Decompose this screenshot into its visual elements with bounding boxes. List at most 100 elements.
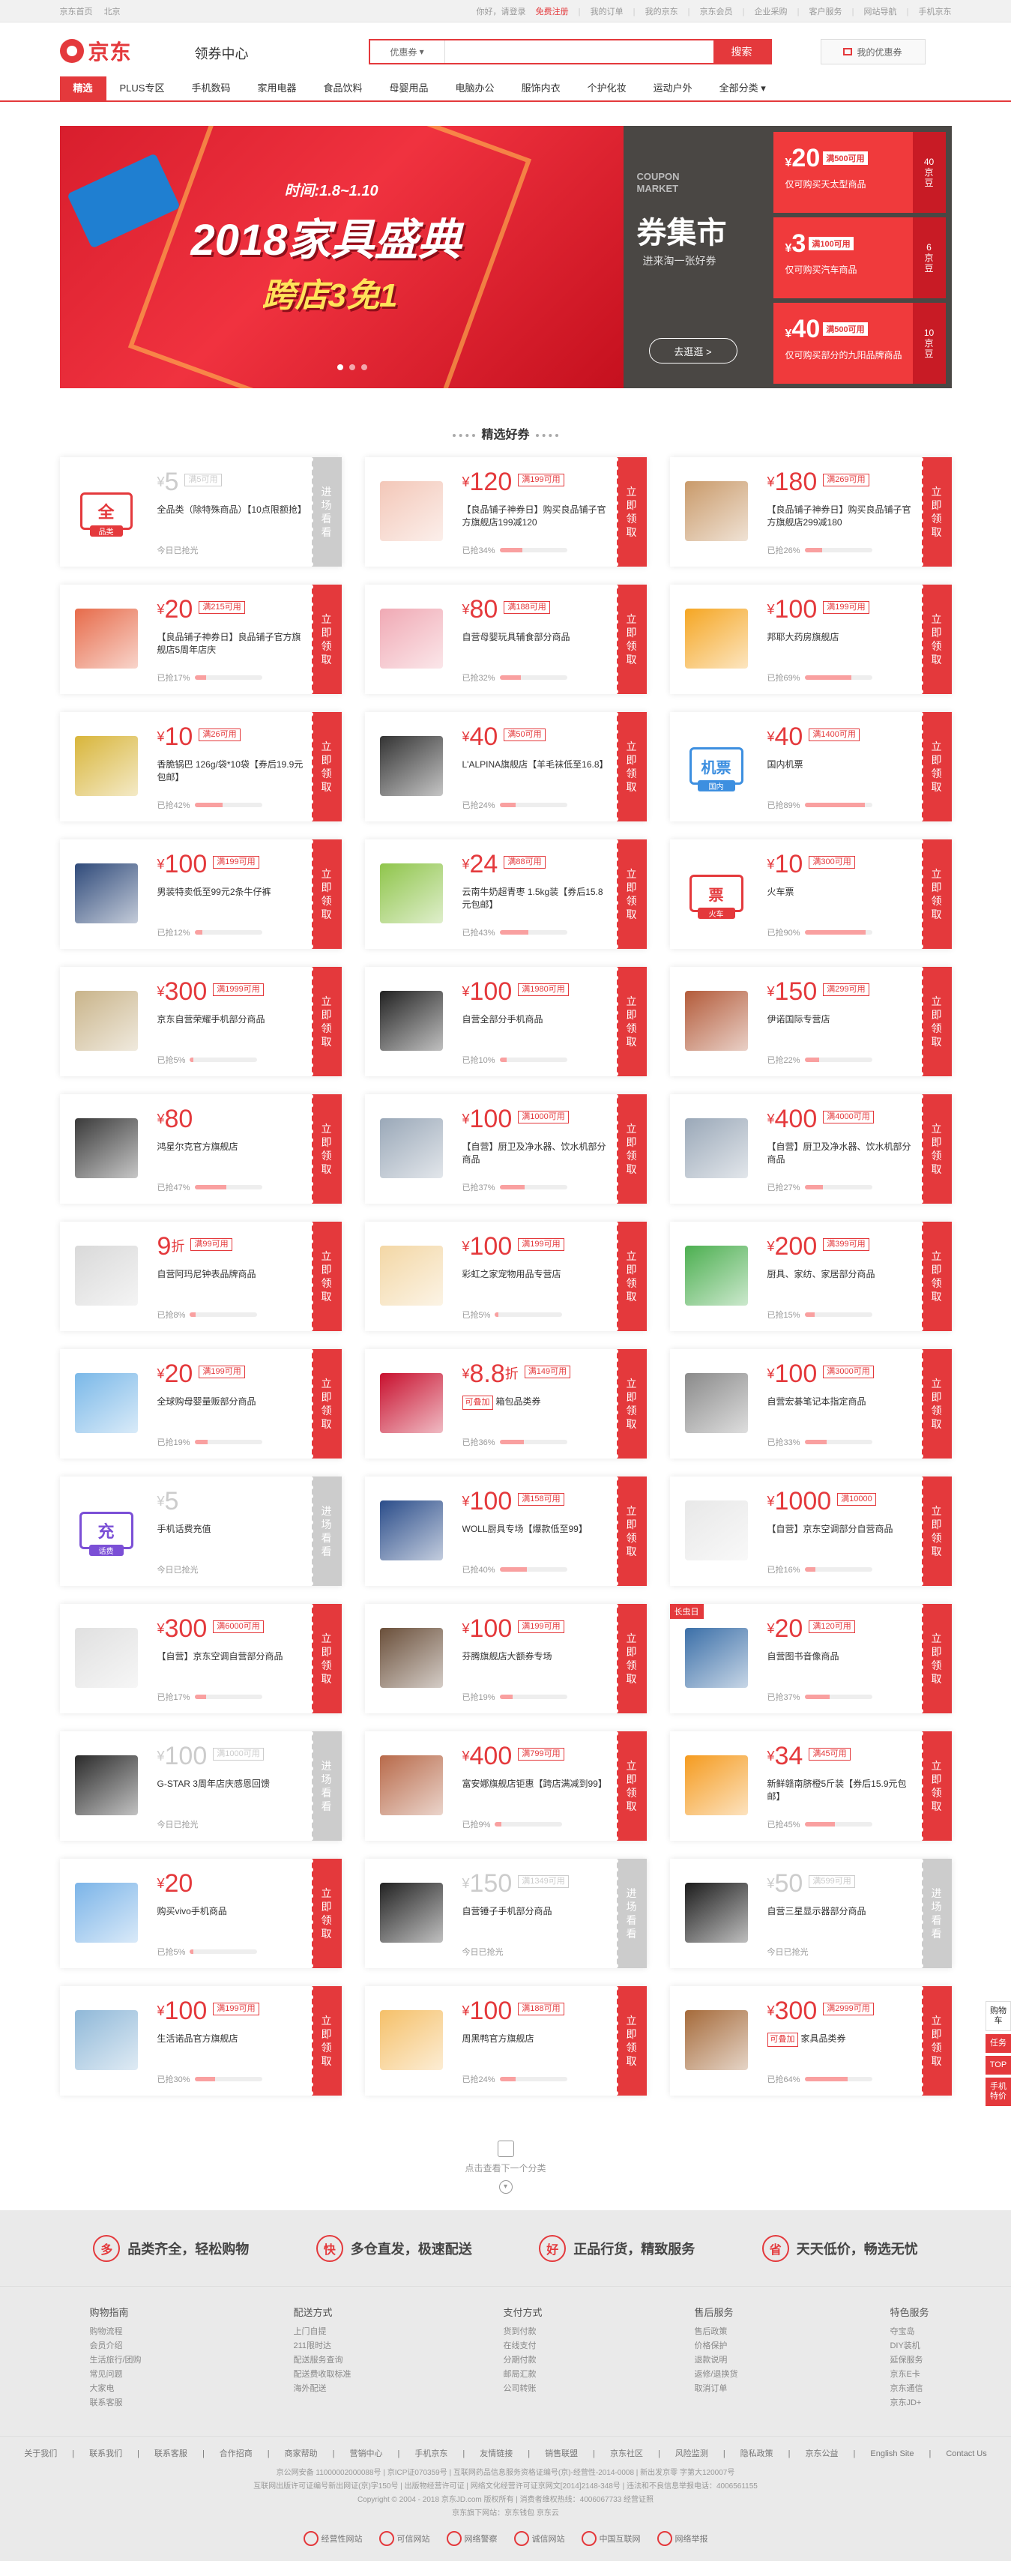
trust-badge[interactable]: 中国互联网 [581, 2531, 641, 2546]
claim-button[interactable]: 立即领取 [308, 1094, 342, 1204]
trust-badge[interactable]: 网络警察 [446, 2531, 498, 2546]
nav-tab[interactable]: 食品饮料 [310, 76, 376, 100]
help-link[interactable]: 邮局汇款 [503, 2368, 542, 2382]
vip-link[interactable]: 京东会员 [700, 7, 733, 16]
claim-button[interactable]: 立即领取 [308, 967, 342, 1076]
help-link[interactable]: 在线支付 [503, 2339, 542, 2353]
claim-button[interactable]: 立即领取 [613, 1222, 647, 1331]
nav-tab[interactable]: 运动户外 [640, 76, 706, 100]
help-link[interactable]: 上门自提 [294, 2325, 351, 2339]
market-coupon-card[interactable]: ¥3 满100可用 仅可购买汽车商品 6京豆 [773, 217, 946, 298]
trust-badge[interactable]: 网络举报 [657, 2531, 708, 2546]
nav-tab[interactable]: 家用电器 [244, 76, 310, 100]
claim-button[interactable]: 立即领取 [613, 712, 647, 821]
footer-link[interactable]: 联系客服 [154, 2449, 187, 2458]
float-top-button[interactable]: TOP [986, 2056, 1011, 2075]
claim-button[interactable]: 立即领取 [613, 585, 647, 694]
help-link[interactable]: 返修/退换货 [694, 2368, 737, 2382]
footer-link[interactable]: 联系我们 [89, 2449, 122, 2458]
claim-button[interactable]: 立即领取 [613, 839, 647, 949]
claim-button[interactable]: 立即领取 [308, 1349, 342, 1459]
view-more-button[interactable]: 进场看看 [308, 457, 342, 567]
register-link[interactable]: 免费注册 [536, 7, 569, 16]
claim-button[interactable]: 立即领取 [308, 839, 342, 949]
footer-link[interactable]: 合作招商 [220, 2449, 253, 2458]
market-coupon-beans[interactable]: 6京豆 [912, 217, 946, 298]
search-type-select[interactable]: 优惠券 ▾ [370, 40, 445, 63]
market-coupon-beans[interactable]: 40京豆 [912, 132, 946, 213]
help-link[interactable]: 常见问题 [90, 2368, 142, 2382]
trust-badge[interactable]: 诚信网站 [513, 2531, 565, 2546]
footer-link[interactable]: 风险监测 [675, 2449, 708, 2458]
trust-badge[interactable]: 可信网站 [378, 2531, 430, 2546]
trust-badge[interactable]: 经营性网站 [303, 2531, 363, 2546]
nav-tab[interactable]: 手机数码 [178, 76, 244, 100]
help-link[interactable]: 售后政策 [694, 2325, 737, 2339]
market-coupon-beans[interactable]: 10京豆 [912, 303, 946, 384]
help-link[interactable]: 夺宝岛 [890, 2325, 929, 2339]
nav-tab[interactable]: 全部分类 ▾ [706, 76, 779, 100]
market-coupon-card[interactable]: ¥20 满500可用 仅可购买天太型商品 40京豆 [773, 132, 946, 213]
promo-banner[interactable]: 时间:1.8~1.10 2018家具盛典 跨店3免1 [59, 126, 624, 388]
claim-button[interactable]: 立即领取 [918, 1094, 952, 1204]
help-link[interactable]: DIY装机 [890, 2339, 929, 2353]
claim-button[interactable]: 立即领取 [918, 1604, 952, 1713]
footer-link[interactable]: 隐私政策 [740, 2449, 773, 2458]
claim-button[interactable]: 立即领取 [613, 1731, 647, 1841]
claim-button[interactable]: 立即领取 [918, 457, 952, 567]
claim-button[interactable]: 立即领取 [918, 1476, 952, 1586]
help-link[interactable]: 退款说明 [694, 2353, 737, 2368]
claim-button[interactable]: 立即领取 [308, 712, 342, 821]
jd-logo[interactable]: 京东 [59, 36, 132, 66]
chevron-down-icon[interactable]: ▾ [498, 2180, 513, 2194]
search-button[interactable]: 搜索 [713, 40, 770, 63]
claim-button[interactable]: 立即领取 [308, 585, 342, 694]
login-link[interactable]: 你好，请登录 [477, 7, 526, 16]
float-task-button[interactable]: 任务 [986, 2034, 1011, 2053]
claim-button[interactable]: 立即领取 [613, 457, 647, 567]
help-link[interactable]: 配送费收取标准 [294, 2368, 351, 2382]
claim-button[interactable]: 立即领取 [918, 839, 952, 949]
float-cart-button[interactable]: 购物车 [986, 2001, 1011, 2031]
help-link[interactable]: 211限时达 [294, 2339, 351, 2353]
enterprise-link[interactable]: 企业采购 [755, 7, 788, 16]
help-link[interactable]: 延保服务 [890, 2353, 929, 2368]
claim-button[interactable]: 立即领取 [918, 1349, 952, 1459]
footer-link[interactable]: 关于我们 [24, 2449, 57, 2458]
claim-button[interactable]: 立即领取 [918, 1222, 952, 1331]
search-input[interactable] [444, 40, 713, 63]
claim-button[interactable]: 立即领取 [918, 585, 952, 694]
help-link[interactable]: 会员介绍 [90, 2339, 142, 2353]
claim-button[interactable]: 立即领取 [308, 1604, 342, 1713]
claim-button[interactable]: 立即领取 [613, 1986, 647, 2096]
help-link[interactable]: 京东E卡 [890, 2368, 929, 2382]
carousel-dot[interactable] [348, 364, 355, 370]
my-orders-link[interactable]: 我的订单 [591, 7, 624, 16]
carousel-dot[interactable] [337, 364, 343, 370]
help-link[interactable]: 京东JD+ [890, 2396, 929, 2410]
home-link[interactable]: 京东首页 [60, 7, 93, 16]
help-link[interactable]: 联系客服 [90, 2396, 142, 2410]
footer-link[interactable]: 京东社区 [610, 2449, 643, 2458]
nav-tab[interactable]: 个护化妆 [574, 76, 640, 100]
nav-tab[interactable]: 精选 [59, 76, 106, 100]
claim-button[interactable]: 立即领取 [918, 1986, 952, 2096]
claim-button[interactable]: 立即领取 [918, 712, 952, 821]
mobile-jd-link[interactable]: 手机京东 [919, 7, 952, 16]
nav-tab[interactable]: PLUS专区 [106, 76, 178, 100]
help-link[interactable]: 海外配送 [294, 2382, 351, 2396]
claim-button[interactable]: 立即领取 [918, 1731, 952, 1841]
claim-button[interactable]: 立即领取 [308, 1222, 342, 1331]
help-link[interactable]: 大家电 [90, 2382, 142, 2396]
footer-link[interactable]: 手机京东 [414, 2449, 447, 2458]
footer-link[interactable]: 商家帮助 [285, 2449, 318, 2458]
help-link[interactable]: 取消订单 [694, 2382, 737, 2396]
view-more-button[interactable]: 进场看看 [308, 1476, 342, 1586]
help-link[interactable]: 购物流程 [90, 2325, 142, 2339]
claim-button[interactable]: 立即领取 [613, 1476, 647, 1586]
claim-button[interactable]: 立即领取 [308, 1986, 342, 2096]
my-coupons-button[interactable]: 我的优惠券 [820, 39, 926, 64]
claim-button[interactable]: 立即领取 [613, 1349, 647, 1459]
next-category[interactable]: 点击查看下一个分类 ▾ [60, 2141, 952, 2194]
view-more-button[interactable]: 进场看看 [918, 1859, 952, 1968]
